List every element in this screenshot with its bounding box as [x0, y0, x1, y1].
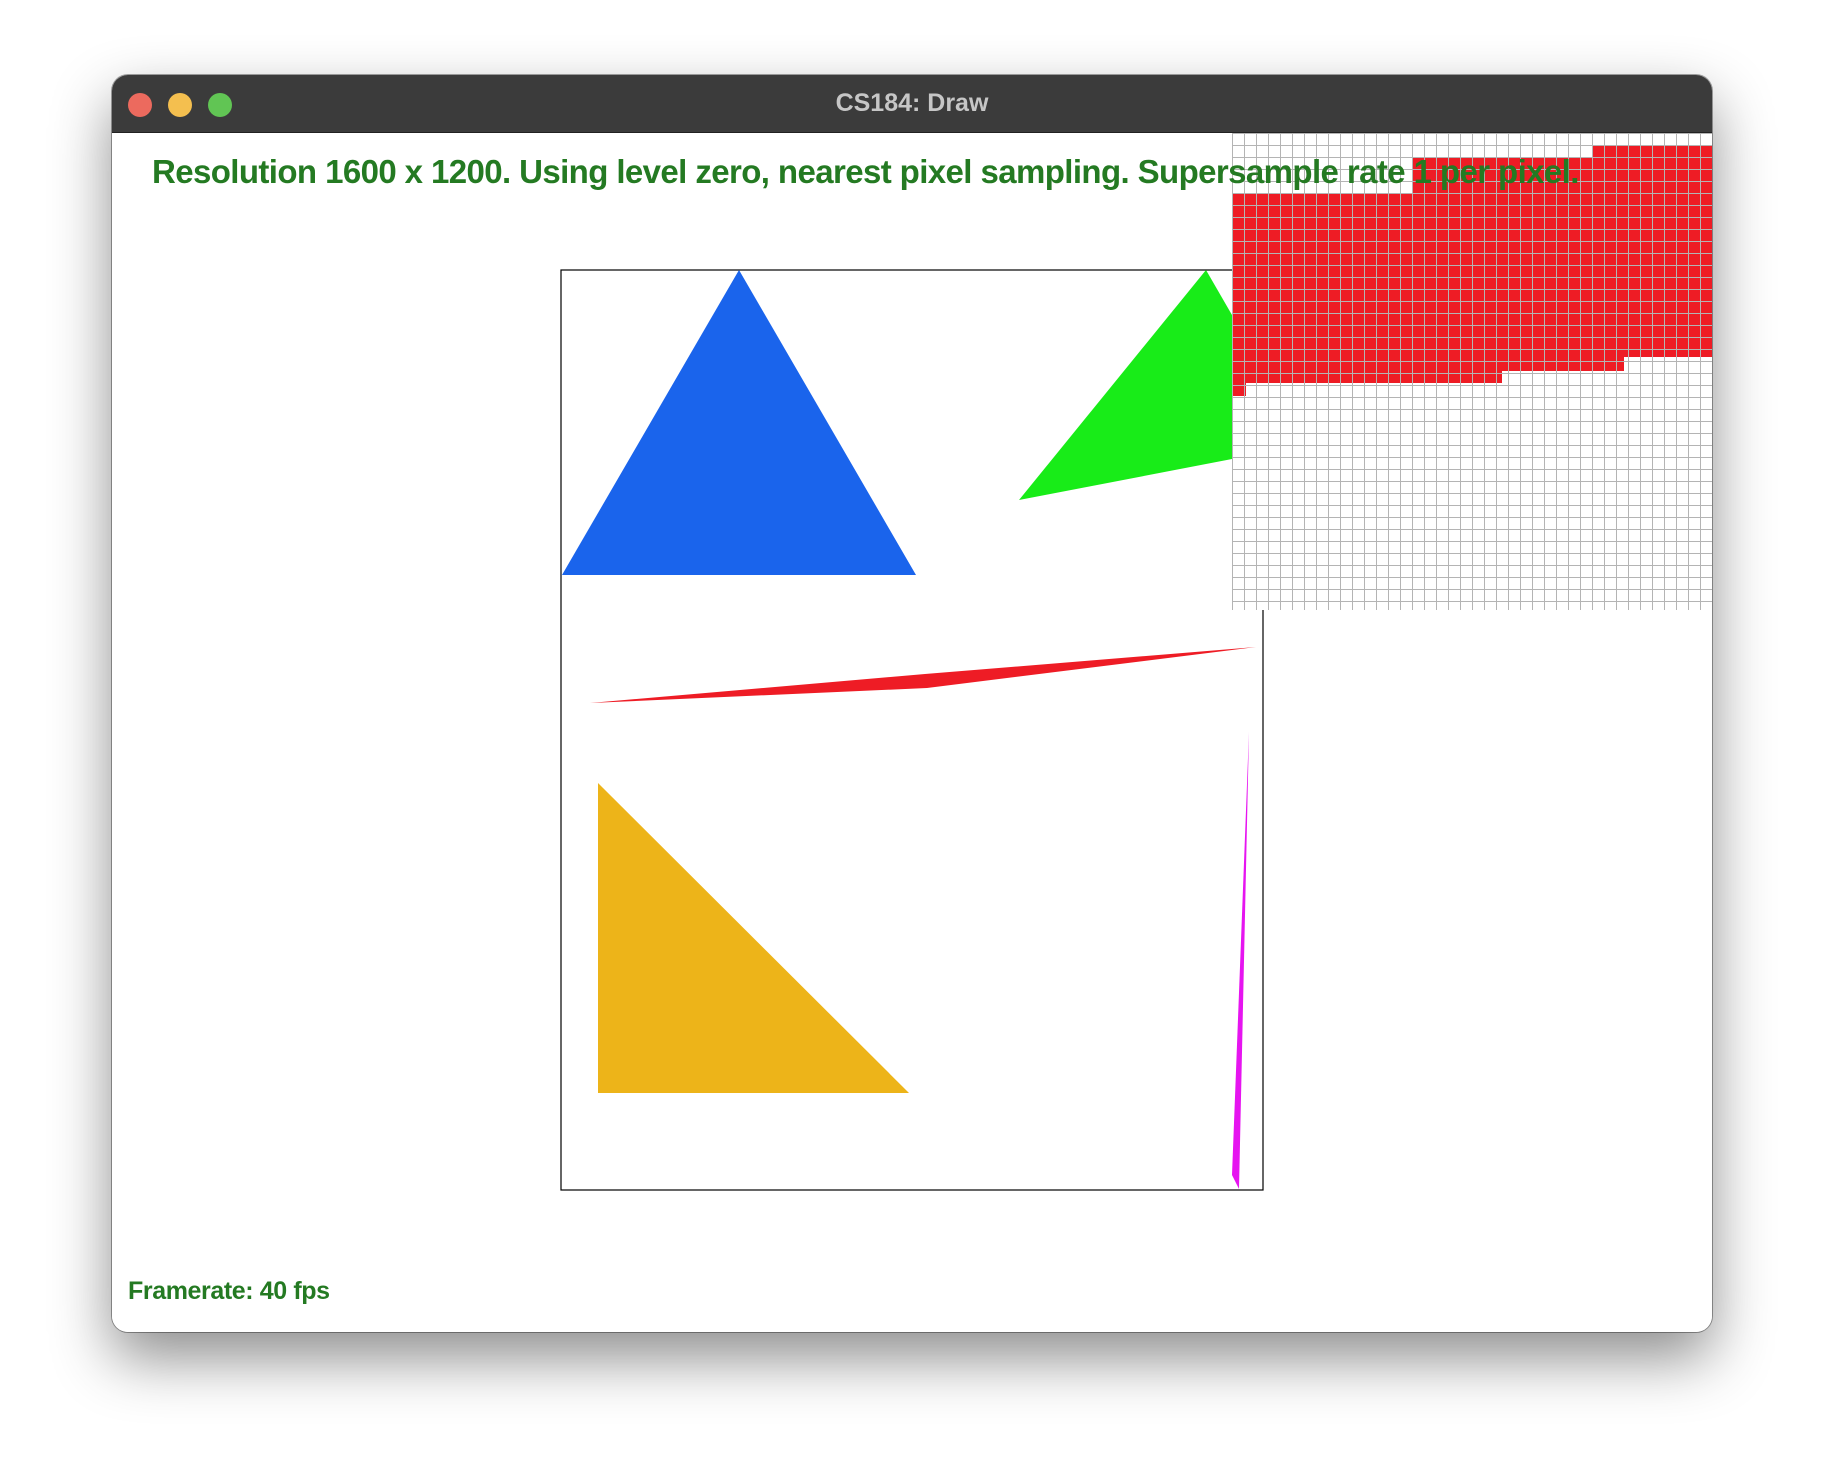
window-title: CS184: Draw — [835, 89, 989, 117]
zoom-red-row-6 — [1232, 383, 1246, 396]
zoom-red-row-4 — [1232, 357, 1624, 371]
draw-canvas[interactable]: Resolution 1600 x 1200. Using level zero… — [112, 133, 1712, 1332]
render-info-text: Resolution 1600 x 1200. Using level zero… — [152, 153, 1579, 190]
title-bar[interactable]: CS184: Draw — [112, 75, 1712, 133]
app-window: CS184: Draw Resolution 1600 x 1200. Usin… — [112, 75, 1712, 1332]
zoom-red-row-5 — [1232, 371, 1502, 383]
pixel-inspector-zoom[interactable] — [1232, 133, 1712, 610]
zoom-grid-lines — [1232, 133, 1712, 610]
